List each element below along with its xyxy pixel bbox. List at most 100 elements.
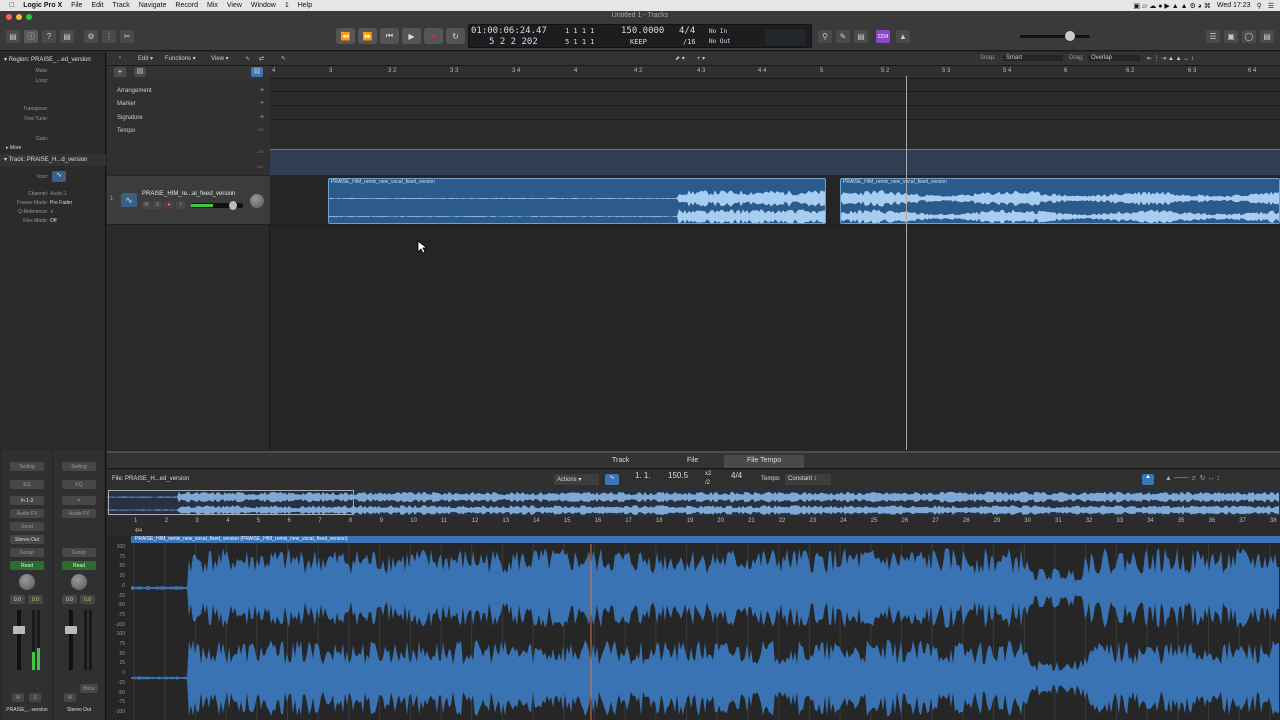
channel-value[interactable]: Audio 1	[50, 191, 67, 197]
editor-region-header[interactable]: PRAISE_HIM_remix_new_vocal_fixed_version…	[131, 536, 1280, 543]
menu-view[interactable]: View	[227, 2, 242, 9]
arrangement-add-icon[interactable]: +	[260, 87, 264, 94]
group-button[interactable]: Group	[10, 548, 44, 557]
volume-fader[interactable]	[13, 626, 25, 634]
track-header[interactable]: 1 ∿ PRAISE_HIM_re...al_fixed_version M S…	[107, 176, 270, 225]
tuner-icon[interactable]: ⚲	[818, 30, 832, 43]
functions-menu[interactable]: Functions ▾	[165, 55, 196, 62]
signature-add-icon[interactable]: +	[260, 114, 264, 121]
search-icon[interactable]: ⚲	[1257, 2, 1262, 10]
editor-position[interactable]: 1. 1.	[635, 471, 651, 480]
track-header-empty-area[interactable]	[107, 225, 270, 450]
forward-button[interactable]: ⏩	[358, 28, 377, 44]
smart-controls-icon[interactable]: ⚙	[84, 30, 98, 43]
clock[interactable]: Wed 17:23	[1217, 2, 1251, 9]
marker-add-icon[interactable]: +	[260, 100, 264, 107]
editor-tempo[interactable]: 150.5	[668, 471, 688, 480]
view-menu[interactable]: View ▾	[211, 55, 229, 62]
menu-track[interactable]: Track	[113, 2, 130, 9]
toolbar-icon[interactable]: ▤	[60, 30, 74, 43]
zoom-button[interactable]	[26, 14, 32, 20]
menu-file[interactable]: File	[71, 2, 82, 9]
output-group-button[interactable]: Group	[62, 548, 96, 557]
track-name[interactable]: PRAISE_HIM_re...al_fixed_version	[142, 191, 235, 197]
input-button[interactable]: In 1-2	[10, 496, 44, 505]
snap-select[interactable]: Smart	[1003, 55, 1063, 61]
notepad-icon[interactable]: ☰	[1206, 30, 1220, 43]
solo-button[interactable]: S	[29, 693, 41, 702]
flex-icon[interactable]: ⇄	[259, 55, 264, 62]
track-inspector-header[interactable]: ▾ Track: PRAISE_H...d_version	[4, 156, 87, 163]
media-icon[interactable]: ▤	[1260, 30, 1274, 43]
output-button[interactable]: Stereo Out	[10, 535, 44, 544]
quick-help-icon[interactable]: ?	[42, 30, 56, 43]
tempo-lane[interactable]	[270, 149, 1280, 175]
master-volume-knob[interactable]	[1065, 31, 1075, 41]
editor-signature[interactable]: 4/4	[731, 471, 742, 480]
waveform-icon[interactable]: ∿	[52, 171, 66, 182]
global-tracks-toggle[interactable]: ▤	[251, 67, 263, 77]
output-audio-fx-button[interactable]: Audio FX	[62, 509, 96, 518]
library-icon[interactable]: ▤	[6, 30, 20, 43]
freeze-mode-value[interactable]: Pre Fader	[50, 200, 72, 206]
automation-read-button[interactable]: Read	[10, 561, 44, 570]
secondary-tool-menu[interactable]: + ▾	[697, 55, 705, 62]
bounce-button[interactable]: Bnce	[80, 684, 98, 693]
track-lane[interactable]: PRAISE_HIM_remix_new_vocal_fixed_version…	[270, 176, 1280, 450]
setting-button[interactable]: Setting	[10, 462, 44, 471]
tab-file-tempo[interactable]: File Tempo	[747, 457, 781, 464]
flex-mode-value[interactable]: Off	[50, 218, 57, 224]
link-icon[interactable]: ⚭	[62, 496, 96, 505]
double-tempo-button[interactable]: x2	[705, 471, 711, 477]
output-setting-button[interactable]: Setting	[62, 462, 96, 471]
track-input-monitor-button[interactable]: I	[176, 201, 185, 209]
bar-ruler[interactable]: 4 3 3 2 3 3 3 4 4 4 2 4 3 4 4 5 5 2 5 3 5 4 6 6 2 6 3 6 …	[270, 66, 1280, 79]
menu-app[interactable]: Logic Pro X	[23, 2, 62, 9]
menu-1[interactable]: 1	[285, 2, 289, 9]
pointer-tool-icon[interactable]: ↖	[281, 55, 286, 62]
track-mute-button[interactable]: M	[142, 201, 151, 209]
zoom-icons[interactable]: ⇤ ⋮ ⇥ ▲ ▲ ↔ ↕	[1147, 55, 1194, 62]
audio-fx-button[interactable]: Audio FX	[10, 509, 44, 518]
actions-menu[interactable]: Actions ▾	[554, 474, 599, 485]
inspector-icon[interactable]: ⓘ	[24, 30, 38, 43]
record-button[interactable]: ●	[424, 28, 443, 44]
close-button[interactable]	[6, 14, 12, 20]
list-icon[interactable]: ☰	[1268, 2, 1274, 10]
copy-icon[interactable]: ▤	[134, 67, 146, 77]
menu-navigate[interactable]: Navigate	[139, 2, 167, 9]
metronome-icon[interactable]: ▲	[896, 30, 910, 43]
menu-help[interactable]: Help	[298, 2, 312, 9]
playhead[interactable]	[906, 76, 907, 450]
output-eq-button[interactable]: EQ	[62, 480, 96, 489]
minimize-button[interactable]	[16, 14, 22, 20]
track-solo-button[interactable]: S	[153, 201, 162, 209]
metronome-toggle-icon[interactable]: ▲	[1142, 474, 1154, 485]
apple-icon[interactable]: 	[9, 2, 14, 9]
menu-edit[interactable]: Edit	[91, 2, 103, 9]
tempo-line[interactable]	[270, 149, 1280, 150]
status-icons[interactable]: ▣ ▱ ☁ ● ▶ ▲ ▲ ⚙ ◕ ⌘	[1133, 2, 1210, 10]
overview-visible-range[interactable]	[108, 490, 354, 515]
global-track-lanes[interactable]	[270, 79, 1280, 175]
pan-knob[interactable]	[19, 574, 35, 590]
lcd-display[interactable]: 01:00:06:24.47 5 2 2 202 1 1 1 1 5 1 1 1…	[468, 24, 812, 48]
menu-mix[interactable]: Mix	[207, 2, 218, 9]
tab-file[interactable]: File	[687, 457, 698, 464]
tempo-mode-select[interactable]: Constant ↕	[785, 474, 831, 485]
output-pan-knob[interactable]	[71, 574, 87, 590]
editor-waveform-area[interactable]: PRAISE_HIM_remix_new_vocal_fixed_version…	[107, 536, 1280, 720]
volume-fader-track[interactable]	[17, 610, 21, 670]
q-reference-checkbox[interactable]: ✓	[50, 209, 54, 215]
drag-select[interactable]: Overlap	[1088, 55, 1140, 61]
lcd-tempo[interactable]: 150.0000	[621, 26, 664, 36]
lcd-division[interactable]: /16	[683, 38, 696, 46]
rewind-button[interactable]: ⏪	[336, 28, 355, 44]
cycle-button[interactable]: ↻	[446, 28, 465, 44]
menu-window[interactable]: Window	[251, 2, 276, 9]
output-mute-button[interactable]: M	[64, 693, 76, 702]
editor-zoom-icons[interactable]: ▲ ─── ♬ ↻ ↔ ↕	[1165, 474, 1220, 482]
tab-track[interactable]: Track	[612, 457, 629, 464]
master-volume-slider[interactable]	[1020, 31, 1090, 41]
track-pan-knob[interactable]	[250, 194, 264, 208]
